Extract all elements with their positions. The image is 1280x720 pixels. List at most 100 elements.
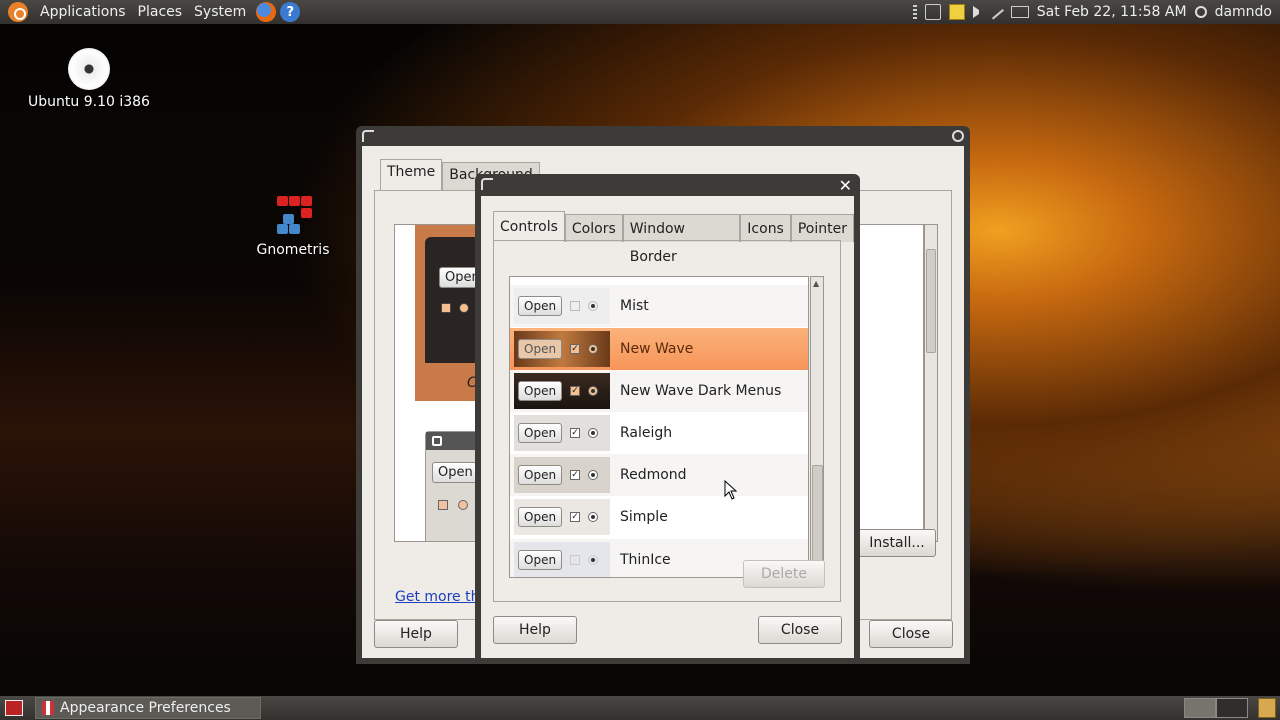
theme-preview: Open ✓ (514, 457, 610, 493)
show-desktop-icon[interactable] (5, 700, 23, 716)
taskbar-item-label: Appearance Preferences (60, 700, 231, 716)
check-icon (570, 301, 581, 311)
theme-preview: Open ✓ (514, 331, 610, 367)
power-icon[interactable] (1194, 6, 1207, 18)
radio-icon (588, 512, 599, 522)
tab-colors[interactable]: Colors (564, 214, 623, 242)
preview-open-button: Open (518, 381, 563, 401)
preview-open-button: Open (518, 507, 563, 527)
list-item-new-wave[interactable]: Open ✓ New Wave (510, 328, 808, 370)
check-icon (570, 555, 581, 565)
check-icon: ✓ (570, 386, 581, 396)
ubuntu-logo-icon[interactable] (8, 2, 28, 22)
desktop-icon-ubuntu-cd[interactable]: Ubuntu 9.10 i386 (24, 48, 154, 110)
dialog-content: Controls Colors Window Border Icons Poin… (481, 196, 854, 658)
tab-window-border[interactable]: Window Border (622, 214, 741, 265)
theme-preview: Open ✓ (514, 499, 610, 535)
mouse-cursor-icon (724, 480, 738, 500)
clock[interactable]: Sat Feb 22, 11:58 AM (1037, 4, 1187, 20)
theme-preview: Open (514, 542, 610, 577)
delete-button[interactable]: Delete (743, 560, 825, 588)
theme-preview: Open ✓ (514, 373, 610, 409)
theme-preview: Open ✓ (514, 415, 610, 451)
radio-icon (588, 301, 599, 311)
handle-icon[interactable] (912, 5, 917, 19)
theme-name: New Wave Dark Menus (620, 383, 782, 399)
tab-theme[interactable]: Theme (380, 159, 443, 190)
check-icon: ✓ (570, 470, 581, 480)
close-button[interactable]: Close (869, 620, 953, 648)
radio-icon (588, 344, 599, 354)
tab-controls[interactable]: Controls (493, 211, 565, 242)
appearance-icon (42, 701, 54, 715)
theme-name: ThinIce (620, 552, 671, 568)
mail-icon[interactable] (1010, 6, 1029, 18)
cd-icon (68, 48, 110, 90)
theme-name: Raleigh (620, 425, 673, 441)
user-name[interactable]: damndo (1215, 4, 1272, 20)
window-menu-icon[interactable] (362, 130, 374, 142)
volume-icon[interactable] (972, 6, 981, 18)
list-item-mist[interactable]: Open Mist (510, 285, 808, 327)
theme-name: Simple (620, 509, 668, 525)
network-icon[interactable] (924, 4, 941, 20)
trash-icon[interactable] (1258, 698, 1276, 718)
list-item-redmond[interactable]: Open ✓ Redmond (510, 454, 808, 496)
desktop-icon-gnometris[interactable]: Gnometris (250, 196, 336, 258)
radio-icon (588, 386, 599, 396)
taskbar-item-appearance[interactable]: Appearance Preferences (35, 697, 261, 719)
workspace-switcher[interactable] (1184, 698, 1250, 718)
radio-icon (588, 428, 599, 438)
top-panel: Applications Places System ? Sat Feb 22,… (0, 0, 1280, 24)
install-button[interactable]: Install... (858, 529, 936, 557)
list-item-simple[interactable]: Open ✓ Simple (510, 496, 808, 538)
help-button[interactable]: Help (374, 620, 458, 648)
scroll-up-arrow-icon[interactable]: ▲ (813, 279, 819, 288)
main-menu: Applications Places System ? (0, 2, 301, 22)
workspace-1[interactable] (1184, 698, 1216, 718)
radio-icon (588, 555, 599, 565)
controls-theme-list[interactable]: Open Mist Open ✓ New Wave Open ✓ New Wav… (509, 276, 809, 578)
check-icon: ✓ (570, 512, 581, 522)
tab-pointer[interactable]: Pointer (790, 214, 854, 242)
theme-name: Mist (620, 298, 649, 314)
customize-tabs: Controls Colors Window Border Icons Poin… (493, 211, 854, 265)
theme-name: New Wave (620, 341, 694, 357)
desktop-icon-label: Gnometris (256, 242, 330, 258)
window-menu-icon[interactable] (481, 178, 493, 190)
scrollbar-thumb[interactable] (926, 249, 936, 353)
workspace-2[interactable] (1216, 698, 1248, 718)
firefox-icon[interactable] (256, 2, 277, 22)
close-icon[interactable]: ✕ (839, 176, 852, 195)
preview-open-button: Open (518, 296, 563, 316)
notes-icon[interactable] (948, 4, 965, 20)
check-icon: ✓ (570, 428, 581, 438)
radio-icon (588, 470, 599, 480)
system-menu[interactable]: System (188, 4, 252, 20)
preview-open-button: Open (518, 423, 563, 443)
list-item-raleigh[interactable]: Open ✓ Raleigh (510, 412, 808, 454)
theme-name: Redmond (620, 467, 687, 483)
system-tray: Sat Feb 22, 11:58 AM damndo (912, 0, 1280, 24)
network-disconnected-icon[interactable] (987, 4, 1004, 20)
gnometris-icon (273, 196, 313, 236)
theme-list-scrollbar[interactable] (924, 224, 938, 542)
help-icon[interactable]: ? (280, 2, 301, 22)
tab-icons[interactable]: Icons (740, 214, 791, 242)
list-item-new-wave-dark-menus[interactable]: Open ✓ New Wave Dark Menus (510, 370, 808, 412)
customize-theme-dialog: ✕ Controls Colors Window Border Icons Po… (475, 174, 860, 662)
places-menu[interactable]: Places (132, 4, 189, 20)
check-icon: ✓ (570, 344, 581, 354)
scrollbar-thumb[interactable] (812, 465, 823, 561)
controls-list-scrollbar[interactable]: ▲ ▼ (810, 276, 824, 578)
preview-open-button: Open (518, 465, 563, 485)
maximize-icon[interactable] (952, 130, 964, 142)
close-button[interactable]: Close (758, 616, 842, 644)
preview-open-button: Open (518, 339, 563, 359)
applications-menu[interactable]: Applications (34, 4, 132, 20)
preview-open-button: Open (518, 550, 563, 570)
help-button[interactable]: Help (493, 616, 577, 644)
theme-preview: Open (514, 288, 610, 324)
preview-open-button: Open (432, 462, 479, 483)
desktop-icon-label: Ubuntu 9.10 i386 (28, 94, 150, 110)
